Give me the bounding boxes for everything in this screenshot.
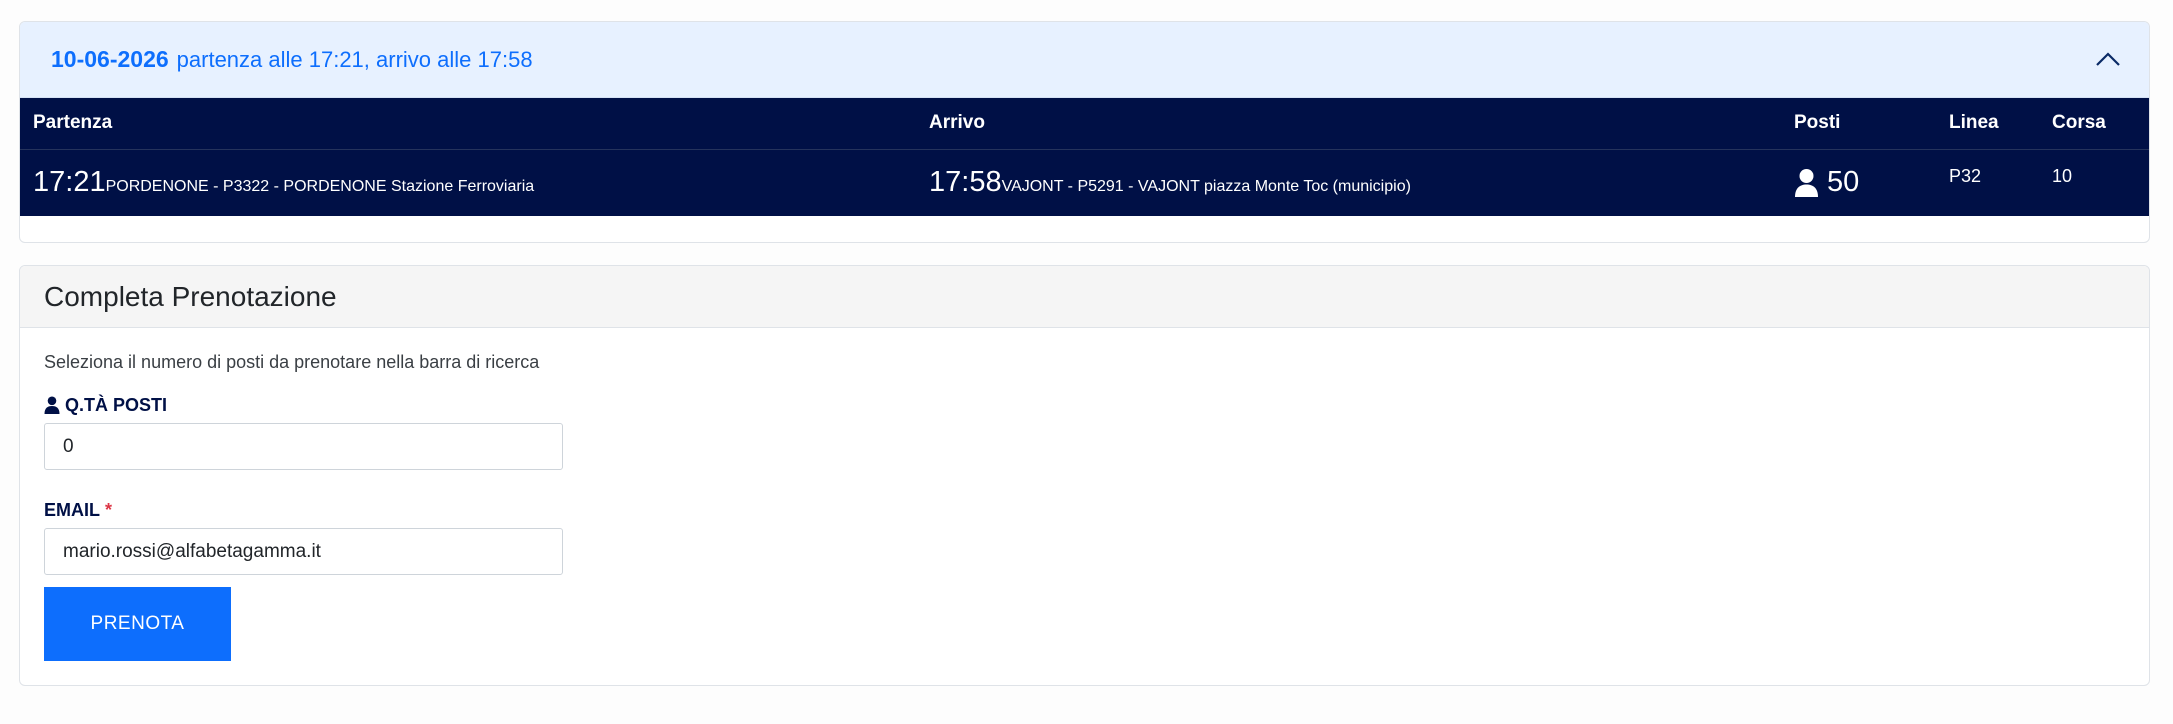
submit-button[interactable]: PRENOTA <box>44 587 231 661</box>
seats-count: 50 <box>1827 166 1860 199</box>
email-label-text: EMAIL <box>44 499 100 520</box>
booking-form: Seleziona il numero di posti da prenotar… <box>20 328 2149 685</box>
col-seats: Posti <box>1781 98 1936 150</box>
run-cell: 10 <box>2052 165 2073 186</box>
trip-table: Partenza Arrivo Posti Linea Corsa 17:21P… <box>20 98 2149 216</box>
line-cell: P32 <box>1949 165 1982 186</box>
qty-label-text: Q.TÀ POSTI <box>65 394 168 415</box>
arrival-cell: 17:58VAJONT - P5291 - VAJONT piazza Mont… <box>916 149 1781 216</box>
booking-title: Completa Prenotazione <box>20 266 2149 328</box>
user-icon <box>44 396 60 414</box>
departure-stop: PORDENONE - P3322 - PORDENONE Stazione F… <box>105 178 535 196</box>
booking-hint: Seleziona il numero di posti da prenotar… <box>44 352 540 372</box>
table-row: 17:21PORDENONE - P3322 - PORDENONE Stazi… <box>20 149 2149 216</box>
seats-cell: 50 <box>1781 149 1936 216</box>
arrival-time: 17:58 <box>929 166 1002 199</box>
trip-summary: partenza alle 17:21, arrivo alle 17:58 <box>176 46 533 72</box>
col-run: Corsa <box>2039 98 2149 150</box>
user-icon <box>1795 168 1818 197</box>
email-field[interactable] <box>44 528 563 575</box>
qty-label: Q.TÀ POSTI <box>44 394 2125 416</box>
qty-input[interactable] <box>44 423 563 470</box>
col-line: Linea <box>1936 98 2039 150</box>
trip-date: 10-06-2026 <box>51 46 169 72</box>
required-marker: * <box>105 499 113 520</box>
trip-card: 10-06-2026 partenza alle 17:21, arrivo a… <box>19 21 2150 243</box>
trip-header[interactable]: 10-06-2026 partenza alle 17:21, arrivo a… <box>20 22 2149 98</box>
col-arrival: Arrivo <box>916 98 1781 150</box>
table-header-row: Partenza Arrivo Posti Linea Corsa <box>20 98 2149 150</box>
departure-cell: 17:21PORDENONE - P3322 - PORDENONE Stazi… <box>20 149 916 216</box>
departure-time: 17:21 <box>33 166 106 199</box>
col-departure: Partenza <box>20 98 916 150</box>
chevron-up-icon[interactable] <box>2095 49 2121 69</box>
arrival-stop: VAJONT - P5291 - VAJONT piazza Monte Toc… <box>1001 178 1411 196</box>
email-label: EMAIL * <box>44 499 2125 521</box>
booking-card: Completa Prenotazione Seleziona il numer… <box>19 265 2150 686</box>
